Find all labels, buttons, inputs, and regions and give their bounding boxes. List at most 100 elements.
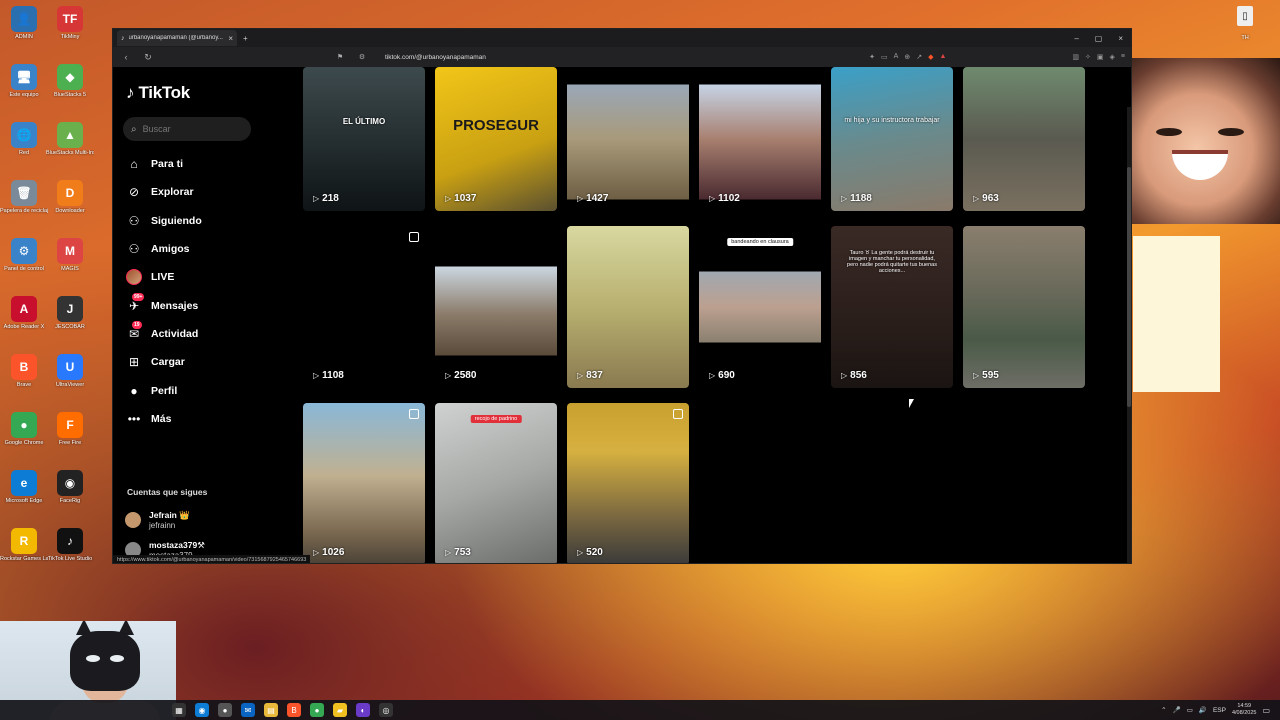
actividad-icon: ✉ 19 <box>128 320 142 341</box>
minimize-button[interactable]: – <box>1074 34 1078 43</box>
page-scrollbar[interactable] <box>1127 107 1131 563</box>
video-thumbnail[interactable]: Tauro ♉ La gente podrá destruir tu image… <box>831 226 953 388</box>
new-tab-button[interactable]: + <box>243 34 248 43</box>
search-input[interactable] <box>142 124 239 134</box>
menu-icon[interactable]: ≡ <box>1121 53 1125 61</box>
search-box[interactable]: ⌕ <box>123 117 251 141</box>
desktop-icon[interactable]: F Free Fire <box>46 412 94 447</box>
extensions-icon[interactable]: ✦ <box>869 53 875 61</box>
video-thumbnail[interactable]: PROSEGUR ▷ 1037 <box>435 67 557 211</box>
desktop-icon[interactable]: ♪ TikTok Live Studio <box>46 528 94 563</box>
url-field[interactable]: tiktok.com/@urbanoyanapamaman <box>385 54 486 61</box>
brave-shield-icon[interactable]: ◆ <box>928 53 933 61</box>
video-thumbnail[interactable]: ▷ 963 <box>963 67 1085 211</box>
browser-window: ♪ urbanoyanapamaman (@urbanoy... × + – ▢… <box>112 28 1132 564</box>
microphone-icon[interactable]: 🎤 <box>1173 706 1181 714</box>
close-window-button[interactable]: × <box>1118 34 1123 43</box>
language-indicator[interactable]: ESP <box>1213 707 1226 714</box>
puzzle-icon[interactable]: ✧ <box>1085 53 1091 61</box>
close-tab-icon[interactable]: × <box>228 34 233 43</box>
taskbar-app-icon[interactable]: ● <box>310 703 324 717</box>
desktop-icon[interactable]: ▲ BlueStacks Multi-Instan... <box>46 122 94 157</box>
sidebar-icon[interactable]: ▥ <box>1072 53 1079 61</box>
tray-chevron-icon[interactable]: ⌃ <box>1161 706 1166 714</box>
sidebar-item-label: Cargar <box>151 356 185 369</box>
volume-icon[interactable]: 🔊 <box>1199 706 1207 714</box>
sidebar-item-perfil[interactable]: ● Perfil <box>125 376 202 404</box>
desktop-icon[interactable]: B Brave <box>0 354 48 389</box>
video-thumbnail[interactable]: EL ÚLTIMO ▷ 218 <box>303 67 425 211</box>
video-thumbnail[interactable]: ▷ 520 <box>567 403 689 563</box>
desktop-icon[interactable]: 👤 ADMIN <box>0 6 48 41</box>
video-thumbnail[interactable]: ▷ 2580 <box>435 226 557 388</box>
tiktok-logo[interactable]: ♪ TikTok <box>126 83 190 103</box>
desktop-icon[interactable]: TF TikMiny <box>46 6 94 41</box>
video-thumbnail[interactable]: bandeando en clausura ▷ 690 <box>699 226 821 388</box>
back-button[interactable]: ‹ <box>119 52 133 62</box>
taskbar-app-icon[interactable]: ▦ <box>172 703 186 717</box>
video-thumbnail[interactable]: ▷ 837 <box>567 226 689 388</box>
desktop-icon[interactable]: 🌐 Red <box>0 122 48 157</box>
taskbar-app-icon[interactable]: ✉ <box>241 703 255 717</box>
reload-button[interactable]: ↻ <box>141 52 155 63</box>
taskbar-app-icon[interactable]: ▰ <box>333 703 347 717</box>
desktop-icon[interactable]: U UltraViewer <box>46 354 94 389</box>
desktop-icon[interactable]: D Downloader <box>46 180 94 215</box>
desktop-icon-label: TH <box>1241 35 1249 41</box>
video-thumbnail[interactable]: mi hija y su instructora trabajar ▷ 1188 <box>831 67 953 211</box>
taskbar-app-icon[interactable]: ◐ <box>356 703 370 717</box>
sidebar-item-siguiendo[interactable]: ⚇ Siguiendo <box>125 207 202 235</box>
video-thumbnail[interactable]: ▷ 1427 <box>567 67 689 211</box>
desktop-icon[interactable]: 🖥 Este equipo <box>0 64 48 99</box>
video-thumbnail[interactable]: ▷ 1026 <box>303 403 425 563</box>
desktop-icon[interactable]: ● Google Chrome <box>0 412 48 447</box>
maximize-button[interactable]: ▢ <box>1095 34 1103 43</box>
sidebar-item-mensajes[interactable]: ✈ 99+ Mensajes <box>125 291 202 319</box>
desktop-icon[interactable]: A Adobe Reader X <box>0 296 48 331</box>
bookmark-icon[interactable]: ⚑ <box>333 53 347 61</box>
taskbar-app-icon[interactable]: ● <box>218 703 232 717</box>
desktop-icon[interactable]: e Microsoft Edge <box>0 470 48 505</box>
sidebar-item-explorar[interactable]: ⊘ Explorar <box>125 178 202 206</box>
sidebar-item-cargar[interactable]: ⊞ Cargar <box>125 348 202 376</box>
notification-icon[interactable]: ▭ <box>1262 706 1270 715</box>
vpn-icon[interactable]: ◈ <box>1110 53 1115 61</box>
desktop-icon[interactable]: M MAGIS <box>46 238 94 273</box>
taskbar-app-icon[interactable]: B <box>287 703 301 717</box>
desktop-icon-th[interactable]: ▯ TH <box>1228 6 1262 44</box>
sidebar-item-amigos[interactable]: ⚇ Amigos <box>125 235 202 263</box>
desktop-icon[interactable]: ◆ BlueStacks 5 <box>46 64 94 99</box>
sidebar-item-mas[interactable]: ••• Más <box>125 405 202 433</box>
desktop-icon[interactable]: ⚙ Panel de control <box>0 238 48 273</box>
translate-icon[interactable]: A <box>894 53 899 61</box>
following-item[interactable]: Jefrain 👑 jefrainn <box>125 505 219 535</box>
clock[interactable]: 14:59 4/08/2025 <box>1232 703 1256 717</box>
browser-tab[interactable]: ♪ urbanoyanapamaman (@urbanoy... × <box>117 30 237 46</box>
scrollbar-thumb[interactable] <box>1127 167 1131 407</box>
video-thumbnail[interactable]: ▷ 1108 <box>303 226 425 388</box>
network-icon[interactable]: ▭ <box>1187 706 1193 714</box>
wallet-icon[interactable]: ▣ <box>1097 53 1104 61</box>
desktop-icon[interactable]: J JESCOBAR <box>46 296 94 331</box>
video-thumbnail[interactable]: ▷ 1102 <box>699 67 821 211</box>
share-icon[interactable]: ↗ <box>916 53 922 61</box>
video-overlay-text: PROSEGUR <box>453 117 539 134</box>
siguiendo-icon: ⚇ <box>128 213 140 228</box>
view-count: ▷ 690 <box>709 370 735 381</box>
video-thumbnail[interactable]: ▷ 595 <box>963 226 1085 388</box>
sidebar-item-para-ti[interactable]: ⌂ Para ti <box>125 150 202 178</box>
desktop-icon[interactable]: 🗑 Papelera de reciclaje <box>0 180 48 215</box>
rewards-icon[interactable]: ▲ <box>939 53 946 61</box>
sidebar-item-live[interactable]: LIVE <box>125 263 202 291</box>
taskbar-app-icon[interactable]: ◉ <box>195 703 209 717</box>
live-icon <box>125 269 143 286</box>
site-settings-icon[interactable]: ⚙ <box>355 53 369 61</box>
video-thumbnail[interactable]: recojo de padrino ▷ 753 <box>435 403 557 563</box>
zoom-icon[interactable]: ⊕ <box>904 53 910 61</box>
cast-icon[interactable]: ▭ <box>881 53 888 61</box>
desktop-icon[interactable]: R Rockstar Games Launcher <box>0 528 48 563</box>
desktop-icon[interactable]: ◉ FaceRig <box>46 470 94 505</box>
sidebar-item-actividad[interactable]: ✉ 19 Actividad <box>125 320 202 348</box>
taskbar-app-icon[interactable]: ▤ <box>264 703 278 717</box>
taskbar-app-icon[interactable]: ◎ <box>379 703 393 717</box>
